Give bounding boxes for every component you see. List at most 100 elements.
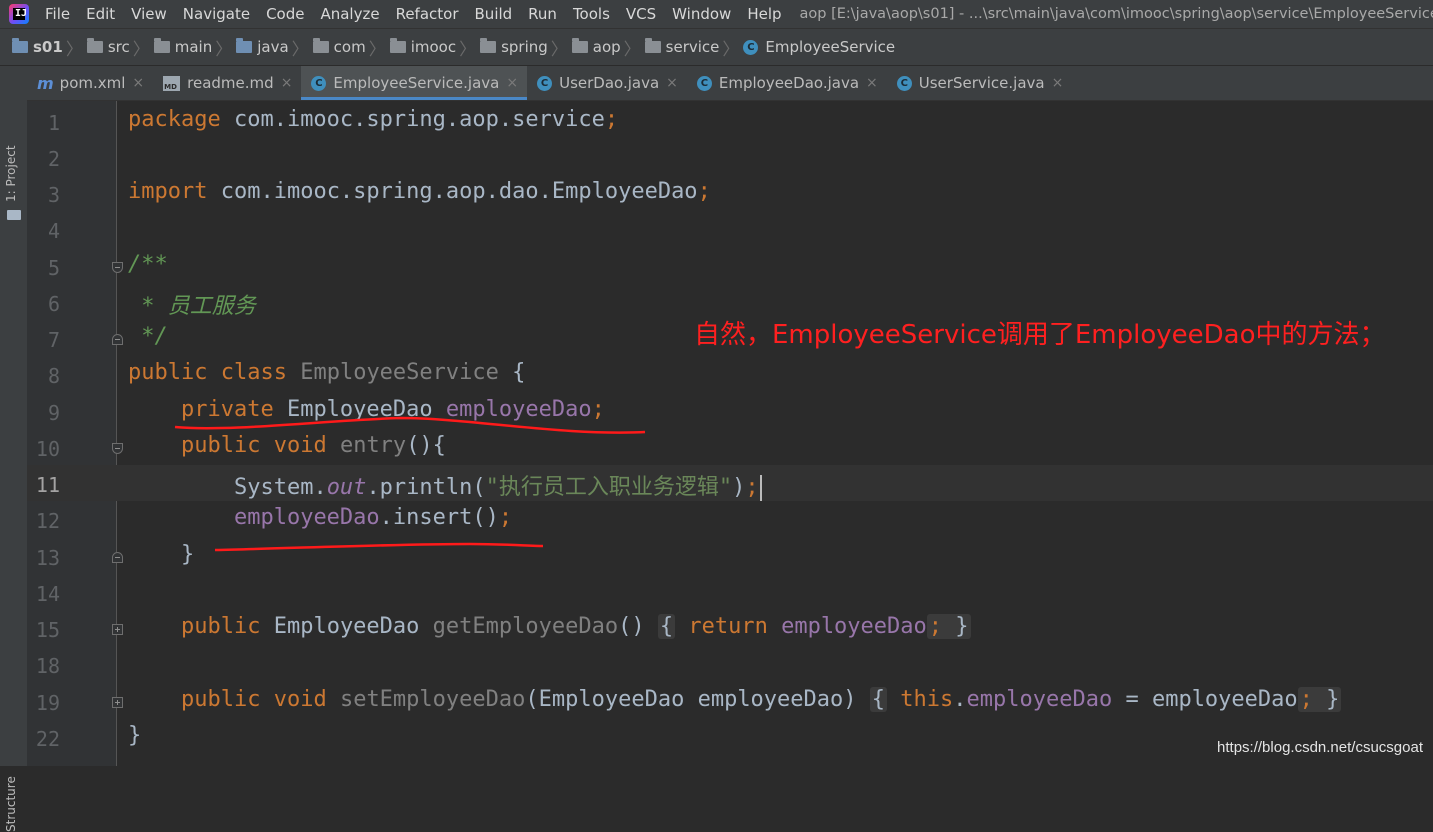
breadcrumb-item-spring[interactable]: spring 〉 bbox=[480, 35, 572, 60]
tab-userservice-java[interactable]: C UserService.java × bbox=[887, 66, 1073, 100]
line-number: 11 bbox=[35, 473, 60, 497]
line-number: 4 bbox=[47, 219, 60, 243]
code-line[interactable]: 3 import com.imooc.spring.aop.dao.Employ… bbox=[27, 175, 1433, 211]
code-line[interactable]: 4 bbox=[27, 211, 1433, 247]
menu-code[interactable]: Code bbox=[258, 5, 312, 23]
folded-region[interactable]: ; } bbox=[1297, 687, 1342, 712]
code-line[interactable]: 12 employeeDao.insert(); bbox=[27, 501, 1433, 537]
tab-label: pom.xml bbox=[59, 74, 126, 92]
tab-pom-xml[interactable]: m pom.xml × bbox=[27, 66, 153, 100]
breadcrumb-item-s01[interactable]: s01 〉 bbox=[12, 35, 87, 60]
menu-view[interactable]: View bbox=[123, 5, 175, 23]
breadcrumb-item-java[interactable]: java 〉 bbox=[236, 35, 312, 60]
tab-userdao-java[interactable]: C UserDao.java × bbox=[527, 66, 687, 100]
line-number: 7 bbox=[47, 328, 60, 352]
tab-label: UserDao.java bbox=[559, 74, 660, 92]
fold-toggle-icon[interactable] bbox=[112, 552, 123, 563]
fold-expand-icon[interactable] bbox=[112, 697, 123, 708]
class-icon: C bbox=[896, 75, 912, 91]
code-line[interactable]: 1 package com.imooc.spring.aop.service; bbox=[27, 103, 1433, 139]
text-caret bbox=[759, 475, 762, 501]
breadcrumb-separator-icon: 〉 bbox=[550, 39, 568, 60]
breadcrumb-label: imooc bbox=[410, 38, 457, 56]
package-icon bbox=[312, 38, 329, 53]
breadcrumb-item-imooc[interactable]: imooc 〉 bbox=[389, 35, 480, 60]
line-number: 1 bbox=[47, 111, 60, 135]
breadcrumb-label: com bbox=[333, 38, 366, 56]
code-line[interactable]: 8 public class EmployeeService { bbox=[27, 356, 1433, 392]
code-comment: * 员工服务 bbox=[128, 294, 256, 319]
code-line-current[interactable]: 11 System.out.println("执行员工入职业务逻辑"); bbox=[27, 465, 1433, 501]
code-line[interactable]: 18 bbox=[27, 646, 1433, 682]
code-line[interactable]: 5 /** bbox=[27, 248, 1433, 284]
structure-tool-button[interactable]: Structure bbox=[4, 776, 18, 832]
tab-employeedao-java[interactable]: C EmployeeDao.java × bbox=[687, 66, 887, 100]
close-icon[interactable]: × bbox=[132, 75, 144, 91]
code-text: public EmployeeDao getEmployeeDao() { re… bbox=[180, 614, 971, 639]
code-line[interactable]: 14 bbox=[27, 574, 1433, 610]
fold-toggle-icon[interactable] bbox=[112, 443, 123, 454]
folded-region[interactable]: { bbox=[657, 614, 676, 639]
breadcrumb-item-com[interactable]: com 〉 bbox=[312, 35, 390, 60]
code-text: import com.imooc.spring.aop.dao.Employee… bbox=[128, 179, 711, 204]
line-number: 6 bbox=[47, 292, 60, 316]
close-icon[interactable]: × bbox=[281, 75, 293, 91]
menu-run[interactable]: Run bbox=[520, 5, 565, 23]
code-line[interactable]: 6 * 员工服务 bbox=[27, 284, 1433, 320]
menu-vcs[interactable]: VCS bbox=[618, 5, 664, 23]
menu-window[interactable]: Window bbox=[664, 5, 739, 23]
code-text: } bbox=[128, 723, 142, 748]
breadcrumb-item-main[interactable]: main 〉 bbox=[153, 35, 236, 60]
breadcrumb-separator-icon: 〉 bbox=[215, 39, 233, 60]
menu-help[interactable]: Help bbox=[739, 5, 789, 23]
code-text: public void entry(){ bbox=[180, 433, 446, 458]
code-line[interactable]: 9 private EmployeeDao employeeDao; bbox=[27, 393, 1433, 429]
breadcrumb-separator-icon: 〉 bbox=[291, 39, 309, 60]
tab-employeeservice-java[interactable]: C EmployeeService.java × bbox=[301, 66, 528, 100]
menu-file[interactable]: File bbox=[37, 5, 78, 23]
line-number: 3 bbox=[47, 183, 60, 207]
breadcrumb-label: EmployeeService bbox=[765, 38, 896, 56]
breadcrumb-item-src[interactable]: src 〉 bbox=[86, 35, 154, 60]
menu-edit[interactable]: Edit bbox=[78, 5, 123, 23]
code-line[interactable]: 15 public EmployeeDao getEmployeeDao() {… bbox=[27, 610, 1433, 646]
tab-readme-md[interactable]: MD readme.md × bbox=[153, 66, 301, 100]
intellij-logo-icon: IJ bbox=[9, 4, 29, 24]
red-annotation-text: 自然，EmployeeService调用了EmployeeDao中的方法； bbox=[694, 320, 1386, 350]
close-icon[interactable]: × bbox=[866, 75, 878, 91]
code-line[interactable]: 19 public void setEmployeeDao(EmployeeDa… bbox=[27, 683, 1433, 719]
close-icon[interactable]: × bbox=[1052, 75, 1064, 91]
code-line[interactable]: 10 public void entry(){ bbox=[27, 429, 1433, 465]
breadcrumb-separator-icon: 〉 bbox=[623, 39, 641, 60]
fold-toggle-icon[interactable] bbox=[112, 334, 123, 345]
menu-build[interactable]: Build bbox=[467, 5, 521, 23]
code-line[interactable]: 2 bbox=[27, 139, 1433, 175]
fold-toggle-icon[interactable] bbox=[112, 262, 123, 273]
breadcrumb-item-employeeservice[interactable]: C EmployeeService bbox=[743, 38, 895, 56]
folded-region[interactable]: ; } bbox=[926, 614, 971, 639]
close-icon[interactable]: × bbox=[506, 75, 518, 91]
code-text: public void setEmployeeDao(EmployeeDao e… bbox=[180, 687, 1342, 712]
fold-expand-icon[interactable] bbox=[112, 624, 123, 635]
menu-analyze[interactable]: Analyze bbox=[312, 5, 387, 23]
code-text: private EmployeeDao employeeDao; bbox=[180, 397, 605, 422]
code-text: employeeDao.insert(); bbox=[233, 505, 513, 530]
menu-navigate[interactable]: Navigate bbox=[175, 5, 258, 23]
close-icon[interactable]: × bbox=[666, 75, 678, 91]
line-number: 5 bbox=[47, 256, 60, 280]
breadcrumb-item-aop[interactable]: aop 〉 bbox=[571, 35, 645, 60]
line-number: 12 bbox=[35, 509, 60, 533]
code-line[interactable]: 13 } bbox=[27, 538, 1433, 574]
class-icon: C bbox=[311, 75, 327, 91]
line-number: 18 bbox=[35, 654, 60, 678]
breadcrumb-separator-icon: 〉 bbox=[65, 39, 83, 60]
breadcrumb-item-service[interactable]: service 〉 bbox=[644, 35, 744, 60]
menu-refactor[interactable]: Refactor bbox=[388, 5, 467, 23]
package-icon bbox=[480, 38, 497, 53]
breadcrumb-separator-icon: 〉 bbox=[132, 39, 150, 60]
folder-icon bbox=[153, 38, 170, 53]
project-tool-button[interactable]: 1: Project bbox=[4, 145, 18, 202]
folded-region[interactable]: { bbox=[869, 687, 888, 712]
menu-tools[interactable]: Tools bbox=[565, 5, 618, 23]
code-editor[interactable]: 1 package com.imooc.spring.aop.service; … bbox=[27, 101, 1433, 766]
